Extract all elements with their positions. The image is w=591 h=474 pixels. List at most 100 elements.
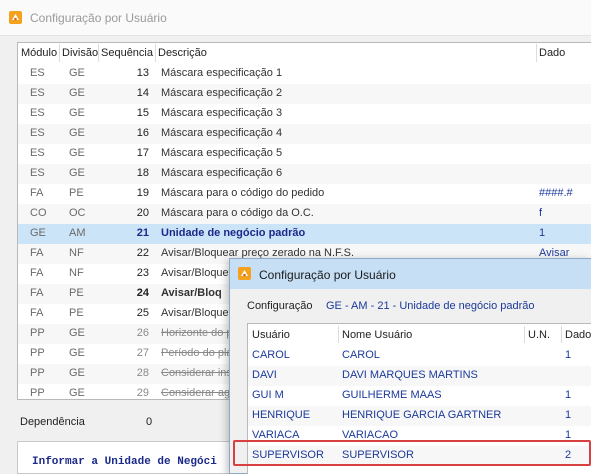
window-title: Configuração por Usuário <box>30 11 167 25</box>
cell-sequencia: 25 <box>136 307 149 319</box>
cell-divisao: GE <box>69 367 85 379</box>
cell-dado: 1 <box>565 389 572 401</box>
cell-divisao: GE <box>69 387 85 399</box>
cell-nome: CAROL <box>342 349 380 361</box>
cell-modulo: PP <box>30 347 45 359</box>
cell-divisao: PE <box>69 187 84 199</box>
cell-sequencia: 22 <box>136 247 149 259</box>
column-header-divisao[interactable]: Divisão <box>62 47 98 59</box>
dialog-title: Configuração por Usuário <box>259 268 396 282</box>
table-row[interactable]: DAVI DAVI MARQUES MARTINS <box>248 366 591 386</box>
column-header-nome-usuario[interactable]: Nome Usuário <box>342 329 412 341</box>
cell-divisao: NF <box>69 267 84 279</box>
cell-divisao: AM <box>69 227 86 239</box>
cell-usuario: DAVI <box>252 369 277 381</box>
cell-usuario: GUI M <box>252 389 284 401</box>
table-row-selected[interactable]: GE AM 21 Unidade de negócio padrão 1 <box>18 224 591 244</box>
dependencia-label: Dependência <box>20 416 85 428</box>
column-header-un[interactable]: U.N. <box>528 329 550 341</box>
cell-sequencia: 24 <box>136 287 149 299</box>
cell-divisao: GE <box>69 107 85 119</box>
cell-descricao: Máscara especificação 4 <box>161 127 283 139</box>
cell-divisao: GE <box>69 67 85 79</box>
cell-sequencia: 18 <box>136 167 149 179</box>
cell-divisao: GE <box>69 147 85 159</box>
cell-descricao: Máscara especificação 2 <box>161 87 283 99</box>
column-header-descricao[interactable]: Descrição <box>158 47 207 59</box>
cell-sequencia: 13 <box>136 67 149 79</box>
dependencia-value: 0 <box>146 416 153 428</box>
cell-descricao: Máscara para o código do pedido <box>161 187 325 199</box>
cell-dado: 1 <box>539 227 546 239</box>
cell-modulo: PP <box>30 327 45 339</box>
cell-sequencia: 26 <box>136 327 149 339</box>
table-row[interactable]: CAROL CAROL 1 <box>248 346 591 366</box>
cell-sequencia: 27 <box>136 347 149 359</box>
cell-descricao: Máscara especificação 3 <box>161 107 283 119</box>
cell-sequencia: 29 <box>136 387 149 399</box>
column-header-dado[interactable]: Dado <box>565 329 591 341</box>
cell-descricao: Máscara especificação 1 <box>161 67 283 79</box>
cell-divisao: GE <box>69 167 85 179</box>
cell-modulo: GE <box>30 227 46 239</box>
cell-modulo: FA <box>30 187 44 199</box>
table-row[interactable]: GUI M GUILHERME MAAS 1 <box>248 386 591 406</box>
table-row[interactable]: ES GE 15 Máscara especificação 3 <box>18 104 591 124</box>
configuracao-label: Configuração <box>247 300 313 312</box>
cell-nome: DAVI MARQUES MARTINS <box>342 369 478 381</box>
table-row[interactable]: CO OC 20 Máscara para o código da O.C. f <box>18 204 591 224</box>
cell-sequencia: 16 <box>136 127 149 139</box>
cell-descricao: Máscara especificação 6 <box>161 167 283 179</box>
cell-dado: f <box>539 207 543 219</box>
cell-divisao: GE <box>69 347 85 359</box>
cell-modulo: CO <box>30 207 47 219</box>
column-header-dado[interactable]: Dado <box>539 47 565 59</box>
grid-header: Módulo Divisão Sequência Descrição Dado <box>18 43 591 64</box>
table-row[interactable]: ES GE 14 Máscara especificação 2 <box>18 84 591 104</box>
cell-modulo: ES <box>30 67 45 79</box>
cell-divisao: GE <box>69 87 85 99</box>
cell-sequencia: 17 <box>136 147 149 159</box>
cell-dado: 1 <box>565 349 572 361</box>
cell-modulo: FA <box>30 287 44 299</box>
cell-modulo: ES <box>30 127 45 139</box>
table-row[interactable]: FA PE 19 Máscara para o código do pedido… <box>18 184 591 204</box>
cell-modulo: ES <box>30 167 45 179</box>
cell-modulo: PP <box>30 367 45 379</box>
cell-usuario: CAROL <box>252 349 290 361</box>
highlight-annotation-box <box>233 440 591 466</box>
cell-sequencia: 21 <box>136 227 149 239</box>
cell-divisao: OC <box>69 207 86 219</box>
table-row[interactable]: ES GE 13 Máscara especificação 1 <box>18 64 591 84</box>
cell-divisao: PE <box>69 287 84 299</box>
cell-modulo: ES <box>30 87 45 99</box>
column-header-sequencia[interactable]: Sequência <box>101 47 153 59</box>
cell-descricao: Unidade de negócio padrão <box>161 227 306 239</box>
info-text: Informar a Unidade de Negóci <box>32 456 217 468</box>
cell-modulo: PP <box>30 387 45 399</box>
dialog-titlebar[interactable]: Configuração por Usuário <box>230 259 591 289</box>
cell-divisao: NF <box>69 247 84 259</box>
cell-modulo: FA <box>30 247 44 259</box>
app-logo-icon <box>238 267 251 280</box>
cell-sequencia: 19 <box>136 187 149 199</box>
cell-nome: HENRIQUE GARCIA GARTNER <box>342 409 502 421</box>
cell-sequencia: 28 <box>136 367 149 379</box>
cell-descricao: Máscara para o código da O.C. <box>161 207 314 219</box>
column-header-modulo[interactable]: Módulo <box>21 47 57 59</box>
cell-sequencia: 14 <box>136 87 149 99</box>
table-row[interactable]: ES GE 16 Máscara especificação 4 <box>18 124 591 144</box>
cell-divisao: PE <box>69 307 84 319</box>
cell-modulo: ES <box>30 107 45 119</box>
table-row[interactable]: ES GE 17 Máscara especificação 5 <box>18 144 591 164</box>
table-row[interactable]: HENRIQUE HENRIQUE GARCIA GARTNER 1 <box>248 406 591 426</box>
cell-nome: GUILHERME MAAS <box>342 389 442 401</box>
app-logo-icon <box>9 11 22 24</box>
cell-modulo: ES <box>30 147 45 159</box>
table-row[interactable]: ES GE 18 Máscara especificação 6 <box>18 164 591 184</box>
column-header-usuario[interactable]: Usuário <box>252 329 290 341</box>
cell-dado: 1 <box>565 409 572 421</box>
cell-sequencia: 15 <box>136 107 149 119</box>
cell-modulo: FA <box>30 307 44 319</box>
cell-divisao: GE <box>69 127 85 139</box>
